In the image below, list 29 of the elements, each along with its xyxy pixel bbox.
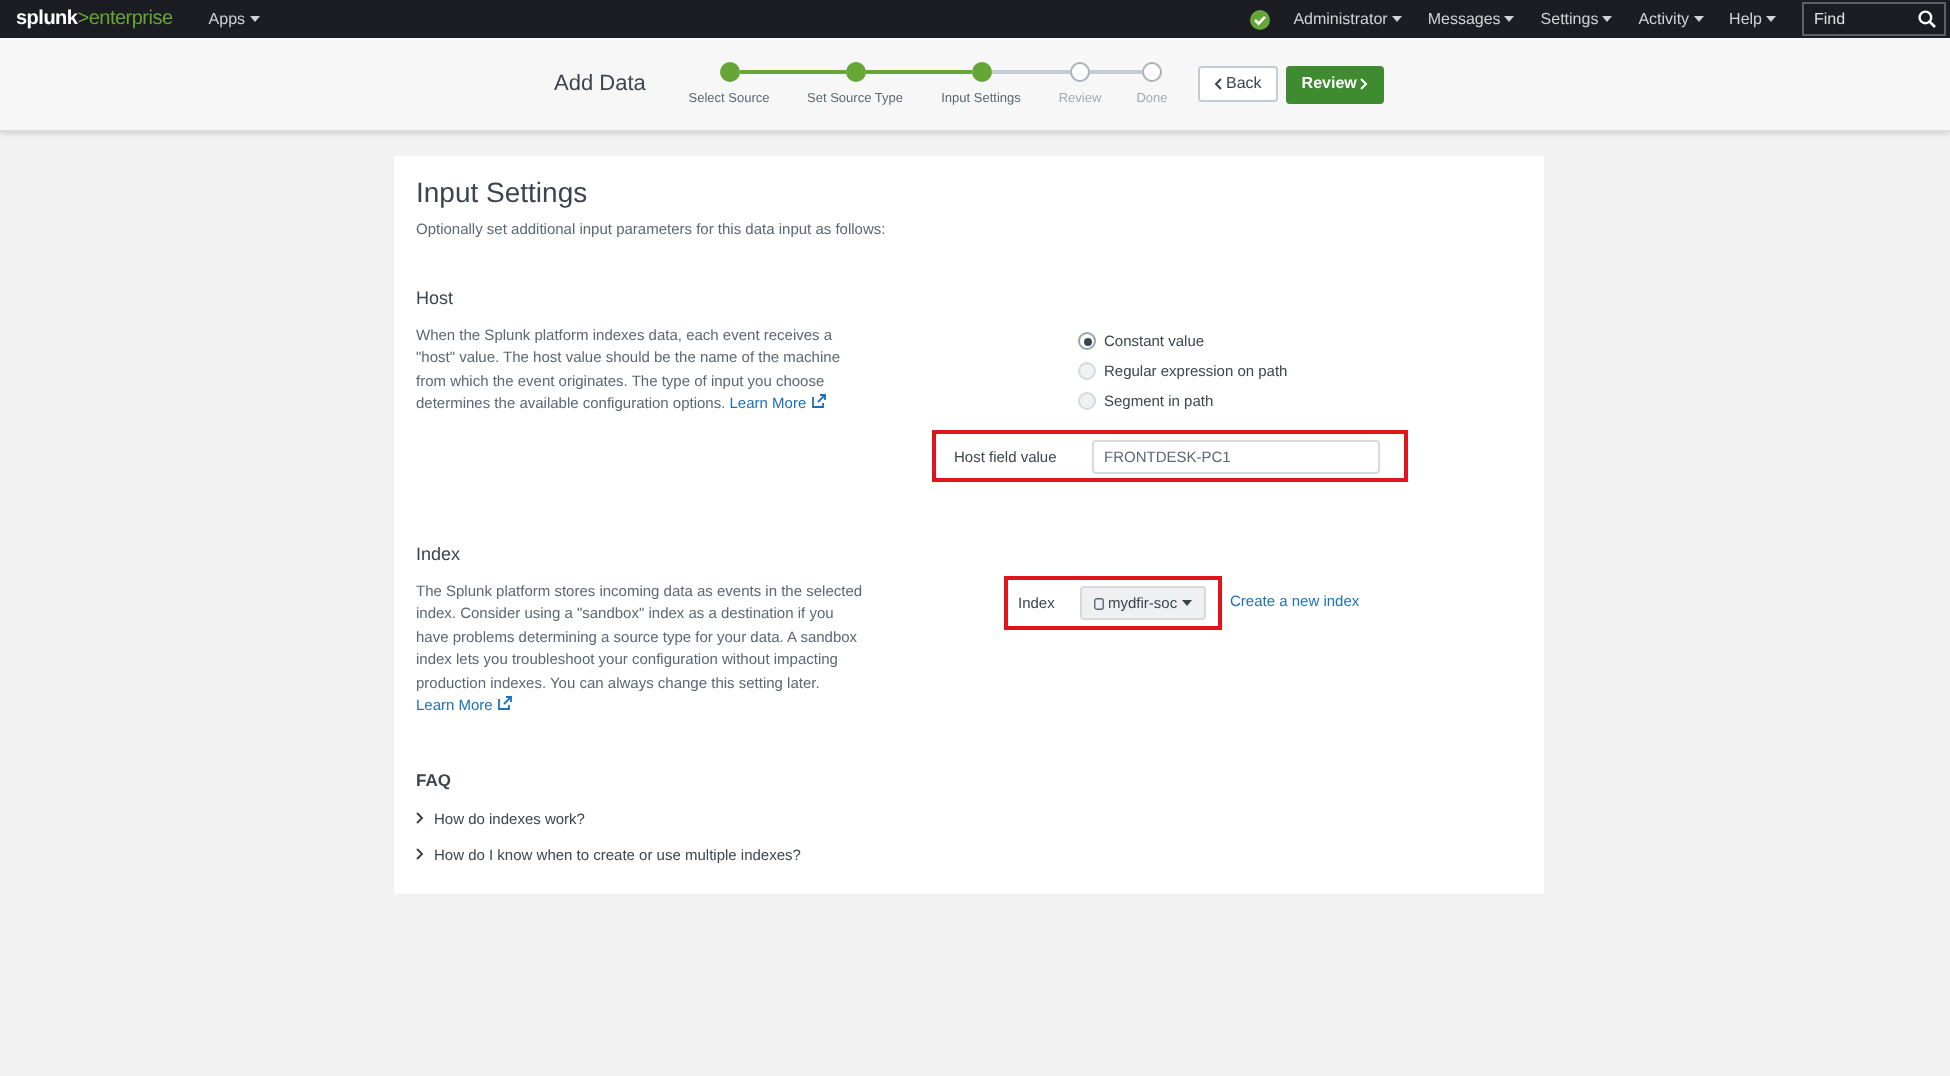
caret-icon xyxy=(1693,15,1704,22)
section-heading: FAQ xyxy=(416,767,453,793)
nav-menu[interactable]: Administrator xyxy=(1293,7,1402,31)
caret-icon xyxy=(1181,600,1192,607)
logo[interactable]: splunk>enterprise xyxy=(16,4,173,34)
search-icon xyxy=(1918,10,1936,28)
wizard-title: Add Data xyxy=(554,69,648,100)
section-heading: Index xyxy=(416,542,463,569)
external-link-icon xyxy=(812,394,827,409)
caret-icon xyxy=(1602,15,1613,22)
nav-menu[interactable]: Settings xyxy=(1540,7,1613,31)
database-icon xyxy=(1094,597,1104,610)
nav-menu[interactable]: Messages xyxy=(1427,7,1515,31)
apps-menu[interactable]: Apps xyxy=(208,7,260,31)
external-link-icon xyxy=(498,696,513,711)
section-heading: Host xyxy=(416,286,456,313)
caret-icon xyxy=(1504,15,1515,22)
nav-menu[interactable]: Help xyxy=(1729,7,1776,31)
review-button[interactable]: Review xyxy=(1285,65,1385,103)
back-button[interactable]: Back xyxy=(1198,66,1278,102)
chevron-right-icon xyxy=(1360,78,1369,90)
caret-icon xyxy=(1391,15,1402,22)
nav-menu[interactable]: Activity xyxy=(1638,7,1704,31)
status-ok-icon[interactable] xyxy=(1249,9,1270,29)
page-title: Input Settings xyxy=(416,174,590,212)
caret-icon xyxy=(249,15,260,22)
chevron-left-icon xyxy=(1214,78,1222,90)
search-field[interactable]: Find xyxy=(1802,2,1946,36)
caret-icon xyxy=(1766,15,1776,22)
